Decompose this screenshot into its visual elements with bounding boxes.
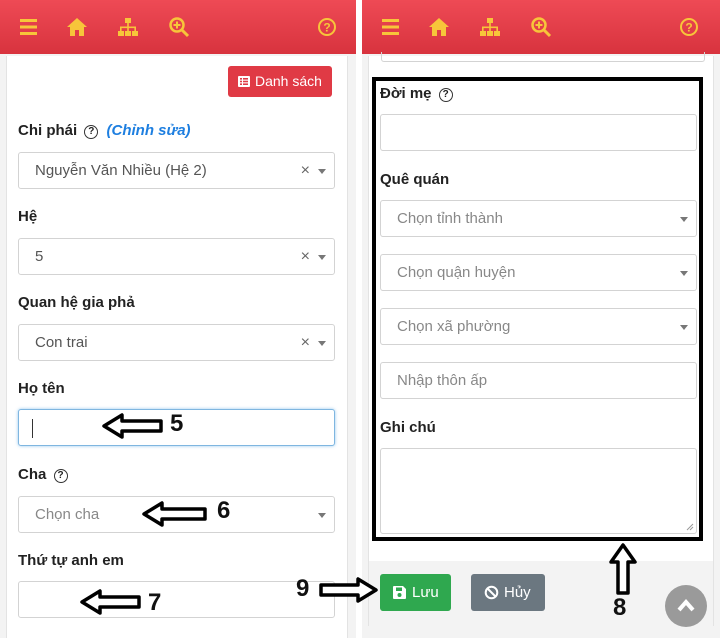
annotation-8: 8 [613, 594, 627, 621]
branch-label: Chi phái ? (Chỉnh sửa) [18, 122, 191, 139]
arrow-up-icon [609, 543, 637, 595]
father-placeholder: Chọn cha [35, 506, 100, 523]
relation-select[interactable]: Con trai × [18, 324, 335, 361]
annotation-9: 9 [296, 575, 310, 602]
branch-label-text: Chi phái [18, 122, 78, 139]
caret-down-icon [318, 513, 326, 518]
list-button[interactable]: Danh sách [228, 66, 332, 97]
screenshot: ? Danh sách Chi phái ? (Chỉnh sửa) Nguyễ… [0, 0, 720, 638]
arrow-left-icon [102, 413, 163, 439]
generation-label: Hệ [18, 208, 38, 225]
ban-icon [484, 585, 499, 600]
help-icon[interactable]: ? [53, 469, 68, 483]
caret-down-icon [318, 255, 326, 260]
svg-text:?: ? [685, 21, 692, 35]
relation-value: Con trai [35, 334, 88, 351]
top-navbar: ? [362, 0, 720, 54]
save-icon [393, 586, 406, 599]
previous-input-edge [381, 52, 705, 62]
left-phone-screen: ? Danh sách Chi phái ? (Chỉnh sửa) Nguyễ… [0, 0, 356, 638]
clear-icon[interactable]: × [301, 239, 310, 274]
generation-select[interactable]: 5 × [18, 238, 335, 275]
menu-icon[interactable] [380, 16, 402, 38]
annotation-7: 7 [148, 589, 162, 616]
sitemap-icon[interactable] [479, 16, 501, 38]
edit-branch-link[interactable]: (Chỉnh sửa) [107, 122, 191, 139]
arrow-left-icon [80, 589, 141, 615]
arrow-right-icon [319, 577, 378, 603]
chevron-up-icon [677, 598, 695, 612]
save-label: Lưu [412, 584, 439, 601]
branch-select[interactable]: Nguyễn Văn Nhiều (Hệ 2) × [18, 152, 335, 189]
sibling-order-input[interactable] [18, 581, 335, 618]
clear-icon[interactable]: × [301, 153, 310, 188]
list-button-label: Danh sách [255, 73, 322, 89]
clear-icon[interactable]: × [301, 325, 310, 360]
text-cursor [32, 419, 33, 438]
menu-icon[interactable] [18, 16, 40, 38]
home-icon[interactable] [428, 16, 450, 38]
cancel-label: Hủy [504, 584, 531, 601]
annotation-6: 6 [217, 497, 231, 524]
caret-down-icon [318, 169, 326, 174]
question-icon[interactable]: ? [678, 16, 700, 38]
sibling-order-label: Thứ tự anh em [18, 552, 124, 569]
generation-value: 5 [35, 248, 44, 265]
branch-value: Nguyễn Văn Nhiều (Hệ 2) [35, 162, 207, 179]
father-label-text: Cha [18, 466, 47, 483]
question-icon[interactable]: ? [316, 16, 338, 38]
annotation-5: 5 [170, 410, 184, 437]
svg-text:?: ? [323, 21, 330, 35]
zoom-in-icon[interactable] [530, 16, 552, 38]
zoom-in-icon[interactable] [168, 16, 190, 38]
arrow-left-icon [142, 501, 207, 527]
relation-label: Quan hệ gia phả [18, 294, 135, 311]
caret-down-icon [318, 341, 326, 346]
save-button[interactable]: Lưu [380, 574, 451, 611]
annotation-box [372, 77, 703, 541]
help-icon[interactable]: ? [84, 125, 99, 139]
sitemap-icon[interactable] [117, 16, 139, 38]
list-icon [238, 76, 250, 87]
cancel-button[interactable]: Hủy [471, 574, 545, 611]
fullname-label: Họ tên [18, 380, 65, 397]
scroll-top-button[interactable] [665, 585, 707, 627]
home-icon[interactable] [66, 16, 88, 38]
father-label: Cha ? [18, 466, 68, 483]
top-navbar: ? [0, 0, 356, 54]
